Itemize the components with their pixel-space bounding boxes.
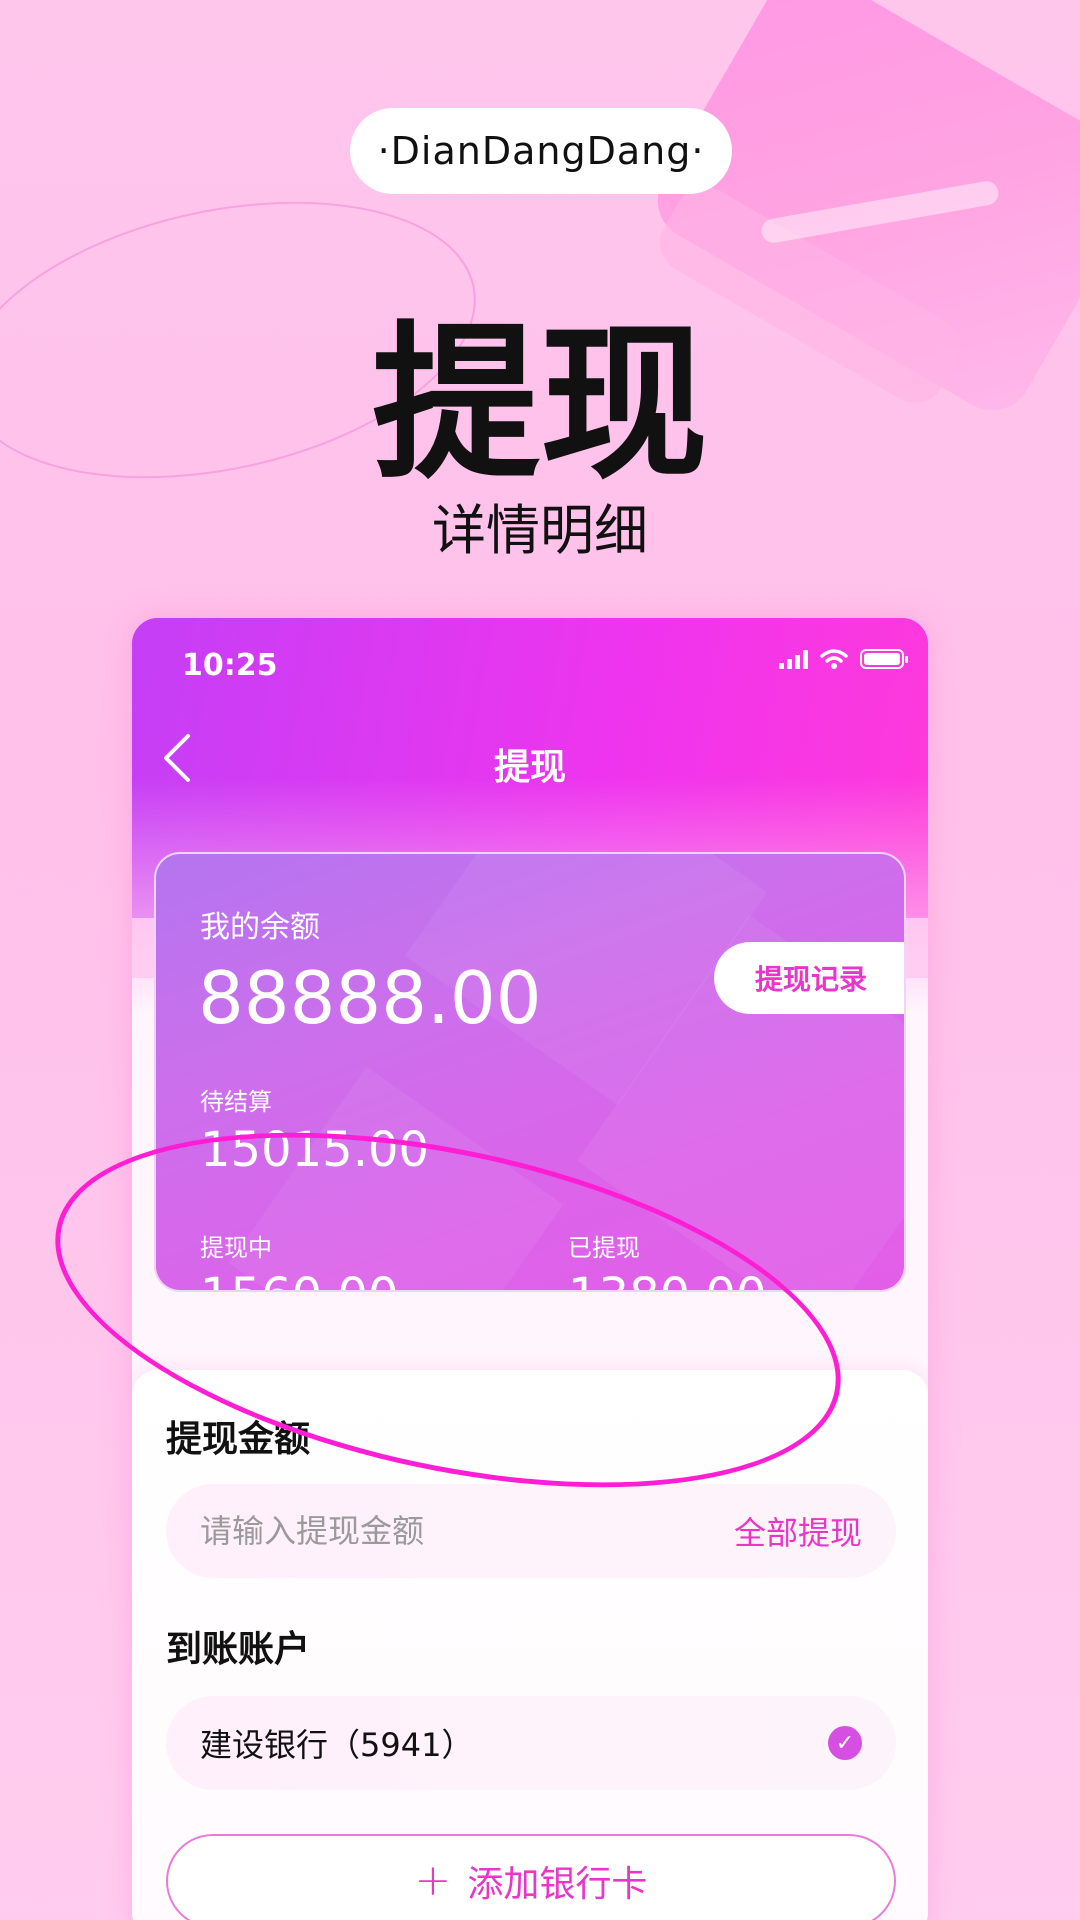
- amount-input-box[interactable]: 全部提现: [166, 1484, 896, 1578]
- amount-input[interactable]: [200, 1512, 734, 1550]
- withdraw-all-button[interactable]: 全部提现: [734, 1508, 862, 1554]
- withdrawing-label: 提现中: [200, 1234, 272, 1262]
- card-facet: [228, 1066, 564, 1290]
- balance-value: 88888.00: [198, 956, 542, 1040]
- page-title: 提现: [493, 747, 566, 788]
- add-bank-card-button[interactable]: + 添加银行卡: [166, 1834, 896, 1920]
- hero-title: 提现: [372, 306, 708, 502]
- bank-account-option[interactable]: 建设银行（5941） ✓: [166, 1696, 896, 1790]
- check-icon: ✓: [828, 1726, 862, 1760]
- status-time: 10:25: [182, 648, 278, 683]
- withdraw-form: 提现金额 全部提现 到账账户 建设银行（5941） ✓ + 添加银行卡: [132, 1370, 928, 1920]
- brand-pill: ·DianDangDang·: [350, 108, 732, 194]
- balance-card: 我的余额 88888.00 提现记录 待结算 15015.00 提现中 1560…: [154, 852, 906, 1292]
- add-bank-card-label: 添加银行卡: [467, 1864, 648, 1905]
- withdrawn-label: 已提现: [568, 1234, 640, 1262]
- withdraw-record-button[interactable]: 提现记录: [714, 942, 904, 1014]
- wifi-icon: [820, 649, 848, 669]
- amount-section-title: 提现金额: [166, 1419, 311, 1460]
- battery-icon: [860, 649, 908, 669]
- balance-label: 我的余额: [200, 910, 320, 945]
- status-icons: [779, 648, 908, 670]
- pending-value: 15015.00: [200, 1122, 430, 1178]
- signal-icon: [779, 649, 808, 669]
- bank-account-label: 建设银行（5941）: [200, 1726, 474, 1764]
- hero-subtitle: 详情明细: [432, 499, 648, 562]
- withdrawing-value: 1560.00: [200, 1268, 399, 1290]
- plus-icon: +: [414, 1855, 452, 1906]
- account-section-title: 到账账户: [166, 1629, 311, 1670]
- phone-screen: 10:25 提现 我的余额 88888.00 提现记录 待结算 15015.00…: [132, 618, 928, 1920]
- withdrawn-value: 1380.00: [568, 1268, 767, 1290]
- pending-label: 待结算: [200, 1088, 272, 1116]
